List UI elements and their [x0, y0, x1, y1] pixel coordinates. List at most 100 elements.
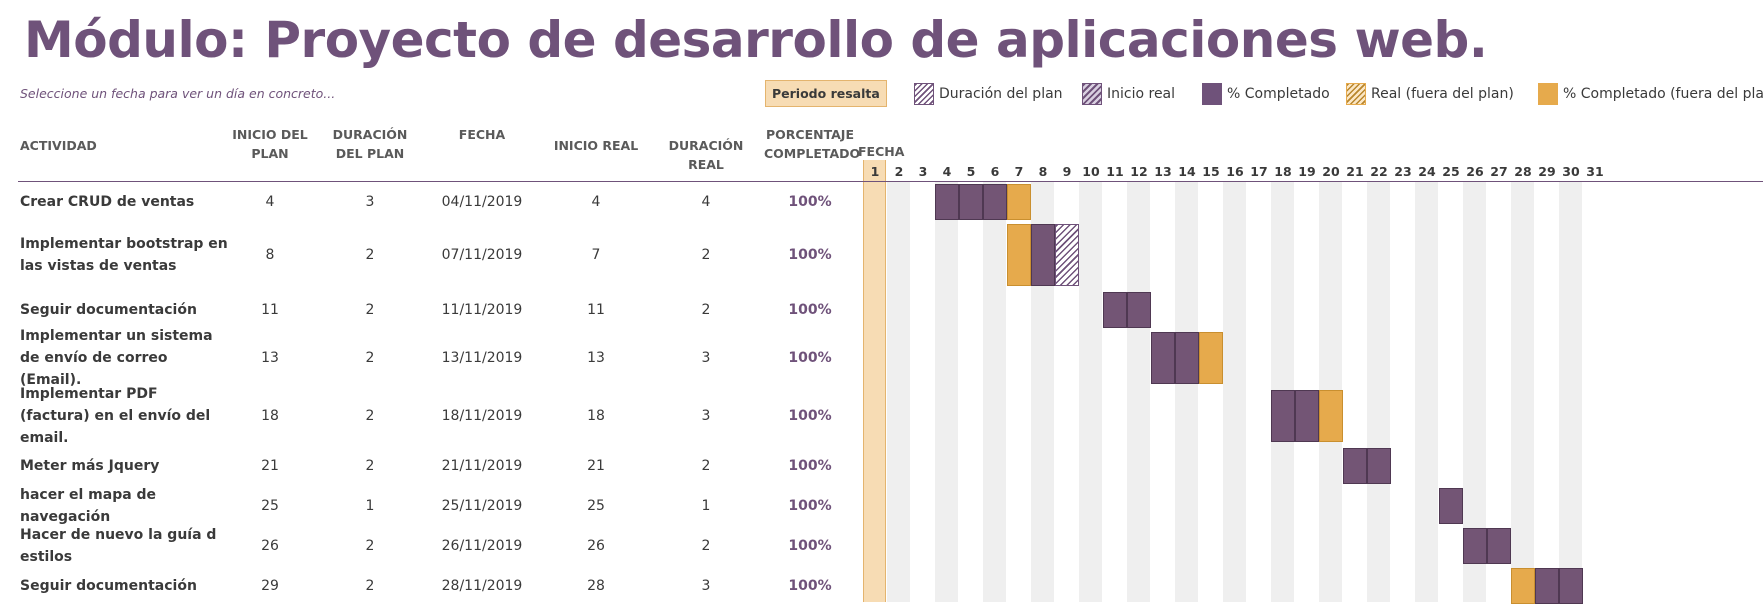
- legend-real-out-of-plan: Real (fuera del plan): [1346, 82, 1514, 106]
- cell-inicio-plan: 29: [261, 578, 279, 594]
- header-real-start: INICIO REAL: [553, 138, 639, 153]
- completed-bar: [1175, 332, 1199, 384]
- completed-out-of-plan-bar: [1319, 390, 1343, 442]
- cell-inicio-plan: 18: [261, 408, 279, 424]
- activity-name: Implementar bootstrap en las vistas de v…: [20, 236, 228, 274]
- highlight-period-input[interactable]: Periodo resalta 1: [765, 80, 887, 107]
- cell-duracion-real: 3: [701, 350, 711, 366]
- cell-inicio-real: 13: [587, 350, 605, 366]
- completed-out-of-plan-bar: [1007, 224, 1031, 286]
- day-number: 9: [1062, 164, 1072, 179]
- day-column: [1175, 182, 1198, 602]
- completed-bar: [1367, 448, 1391, 484]
- activity-name: Crear CRUD de ventas: [20, 194, 195, 210]
- cell-fecha: 18/11/2019: [441, 408, 523, 424]
- highlighted-day-column: [863, 160, 886, 602]
- legend-completed: % Completado: [1202, 82, 1330, 106]
- completed-out-of-plan-swatch: [1538, 83, 1558, 105]
- cell-fecha: 25/11/2019: [441, 498, 523, 514]
- cell-inicio-real: 21: [587, 458, 605, 474]
- completed-bar: [1295, 390, 1319, 442]
- day-number: 14: [1178, 164, 1196, 179]
- cell-fecha: 04/11/2019: [441, 194, 523, 210]
- cell-duracion-plan: 2: [365, 538, 375, 554]
- day-column: [1079, 182, 1102, 602]
- cell-inicio-plan: 26: [261, 538, 279, 554]
- day-column: [1367, 182, 1390, 602]
- date-hint: Seleccione un fecha para ver un día en c…: [20, 86, 336, 101]
- day-number: 24: [1418, 164, 1436, 179]
- cell-inicio-plan: 21: [261, 458, 279, 474]
- page-title: Módulo: Proyecto de desarrollo de aplica…: [24, 11, 1488, 69]
- cell-inicio-plan: 13: [261, 350, 279, 366]
- day-column: [1415, 182, 1438, 602]
- cell-inicio-plan: 8: [265, 247, 275, 263]
- cell-duracion-real: 2: [701, 538, 711, 554]
- cell-porcentaje: 100%: [788, 458, 832, 474]
- completed-bar: [1487, 528, 1511, 564]
- day-number: 2: [894, 164, 904, 179]
- cell-porcentaje: 100%: [788, 194, 832, 210]
- day-number: 5: [966, 164, 976, 179]
- legend-label: Duración del plan: [939, 86, 1063, 102]
- day-number: 23: [1394, 164, 1412, 179]
- cell-fecha: 21/11/2019: [441, 458, 523, 474]
- day-column: [887, 182, 910, 602]
- cell-duracion-plan: 2: [365, 350, 375, 366]
- legend-real-start: Inicio real: [1082, 82, 1175, 106]
- completed-out-of-plan-bar: [1199, 332, 1223, 384]
- day-number: 15: [1202, 164, 1220, 179]
- day-number: 13: [1154, 164, 1172, 179]
- day-column: [1559, 182, 1582, 602]
- cell-fecha: 11/11/2019: [441, 302, 523, 318]
- completed-bar: [1463, 528, 1487, 564]
- day-number: 29: [1538, 164, 1556, 179]
- cell-porcentaje: 100%: [788, 408, 832, 424]
- day-number: 11: [1106, 164, 1124, 179]
- legend-label: % Completado: [1227, 86, 1330, 102]
- day-column: [935, 182, 958, 602]
- cell-duracion-real: 2: [701, 247, 711, 263]
- day-number: 6: [990, 164, 1000, 179]
- day-column: [1223, 182, 1246, 602]
- legend-label: Inicio real: [1107, 86, 1176, 102]
- completed-bar: [935, 184, 959, 220]
- completed-bar: [1151, 332, 1175, 384]
- day-number: 28: [1514, 164, 1532, 179]
- legend-label: Real (fuera del plan): [1371, 86, 1514, 102]
- cell-inicio-real: 25: [587, 498, 605, 514]
- day-number: 4: [942, 164, 952, 179]
- day-number: 8: [1038, 164, 1048, 179]
- cell-porcentaje: 100%: [788, 350, 832, 366]
- day-number: 22: [1370, 164, 1388, 179]
- cell-porcentaje: 100%: [788, 578, 832, 594]
- completed-bar: [983, 184, 1007, 220]
- day-number: 21: [1346, 164, 1364, 179]
- day-number: 16: [1226, 164, 1244, 179]
- day-column: [983, 182, 1006, 602]
- completed-bar: [1127, 292, 1151, 328]
- header-activity: ACTIVIDAD: [20, 138, 97, 153]
- day-number: 30: [1562, 164, 1580, 179]
- completed-bar: [1271, 390, 1295, 442]
- cell-fecha: 28/11/2019: [441, 578, 523, 594]
- cell-inicio-real: 11: [587, 302, 605, 318]
- completed-bar: [1343, 448, 1367, 484]
- day-number: 12: [1130, 164, 1148, 179]
- legend-completed-out-of-plan: % Completado (fuera del plan): [1538, 82, 1763, 106]
- cell-duracion-plan: 2: [365, 247, 375, 263]
- activity-name: Seguir documentación: [20, 578, 197, 594]
- cell-duracion-plan: 2: [365, 302, 375, 318]
- day-number: 10: [1082, 164, 1100, 179]
- period-value: 1: [886, 88, 887, 101]
- header-real-duration: DURACIÓN REAL: [668, 138, 744, 172]
- header-date-axis: FECHA: [858, 144, 905, 159]
- day-number: 1: [870, 164, 880, 179]
- real-start-swatch: [1082, 83, 1102, 105]
- completed-bar: [1031, 224, 1055, 286]
- cell-duracion-plan: 1: [365, 498, 375, 514]
- day-number: 17: [1250, 164, 1268, 179]
- day-number: 3: [918, 164, 928, 179]
- completed-out-of-plan-bar: [1511, 568, 1535, 604]
- day-number: 19: [1298, 164, 1316, 179]
